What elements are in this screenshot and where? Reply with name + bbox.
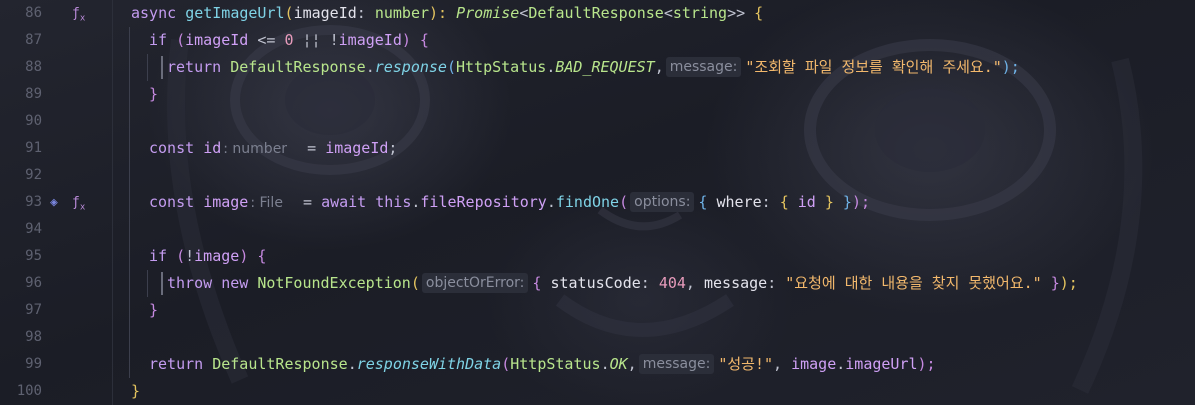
parameter-hint: message:: [665, 57, 742, 77]
line-number: 90: [25, 113, 42, 129]
indent-guide: [129, 27, 130, 378]
line-number: 87: [25, 32, 42, 48]
line-number: 92: [25, 167, 42, 183]
line-number: 97: [25, 302, 42, 318]
indent-guide: [147, 270, 148, 297]
line-number: 88: [25, 59, 42, 75]
code-line-99[interactable]: return DefaultResponse.responseWithData(…: [149, 351, 936, 378]
line-number: 89: [25, 86, 42, 102]
code-line-87[interactable]: if (imageId <= 0 ¦¦ !imageId) {: [149, 27, 429, 54]
code-area[interactable]: async getImageUrl(imageId: number): Prom…: [112, 0, 1195, 405]
code-editor[interactable]: 86 ƒx 87 88 89 90 91 92 93 ◈ ƒx 94 95 96 97…: [0, 0, 1195, 405]
line-number: 91: [25, 140, 42, 156]
code-line-100[interactable]: }: [131, 378, 140, 405]
indent-guide: [147, 54, 148, 81]
line-number: 100: [16, 383, 42, 399]
code-line-95[interactable]: if (!image) {: [149, 243, 266, 270]
parameter-hint: options:: [630, 192, 695, 212]
type-hint: : number: [223, 141, 288, 157]
line-number: 95: [25, 248, 42, 264]
line-number: 94: [25, 221, 42, 237]
code-line-89[interactable]: }: [149, 81, 158, 108]
parameter-hint: objectOrError:: [421, 273, 529, 293]
code-line-96[interactable]: throw new NotFoundException(objectOrErro…: [167, 270, 1078, 297]
line-number: 98: [25, 329, 42, 345]
line-number: 99: [25, 356, 42, 372]
indent-highlight: [161, 272, 163, 295]
code-line-88[interactable]: return DefaultResponse.response(HttpStat…: [167, 54, 1020, 81]
parameter-hint: message:: [638, 354, 715, 374]
code-line-97[interactable]: }: [149, 297, 158, 324]
code-line-93[interactable]: const image: File = await this.fileRepos…: [149, 189, 870, 216]
code-line-91[interactable]: const id: number = imageId;: [149, 135, 397, 162]
line-number: 93: [25, 194, 42, 210]
database-icon[interactable]: ◈: [50, 189, 58, 216]
line-number: 86: [25, 5, 42, 21]
line-number-gutter: 86 ƒx 87 88 89 90 91 92 93 ◈ ƒx 94 95 96 97…: [0, 0, 113, 405]
line-number: 96: [25, 275, 42, 291]
indent-highlight: [161, 56, 163, 79]
type-hint: : File: [250, 195, 283, 211]
code-line-86[interactable]: async getImageUrl(imageId: number): Prom…: [131, 0, 763, 27]
